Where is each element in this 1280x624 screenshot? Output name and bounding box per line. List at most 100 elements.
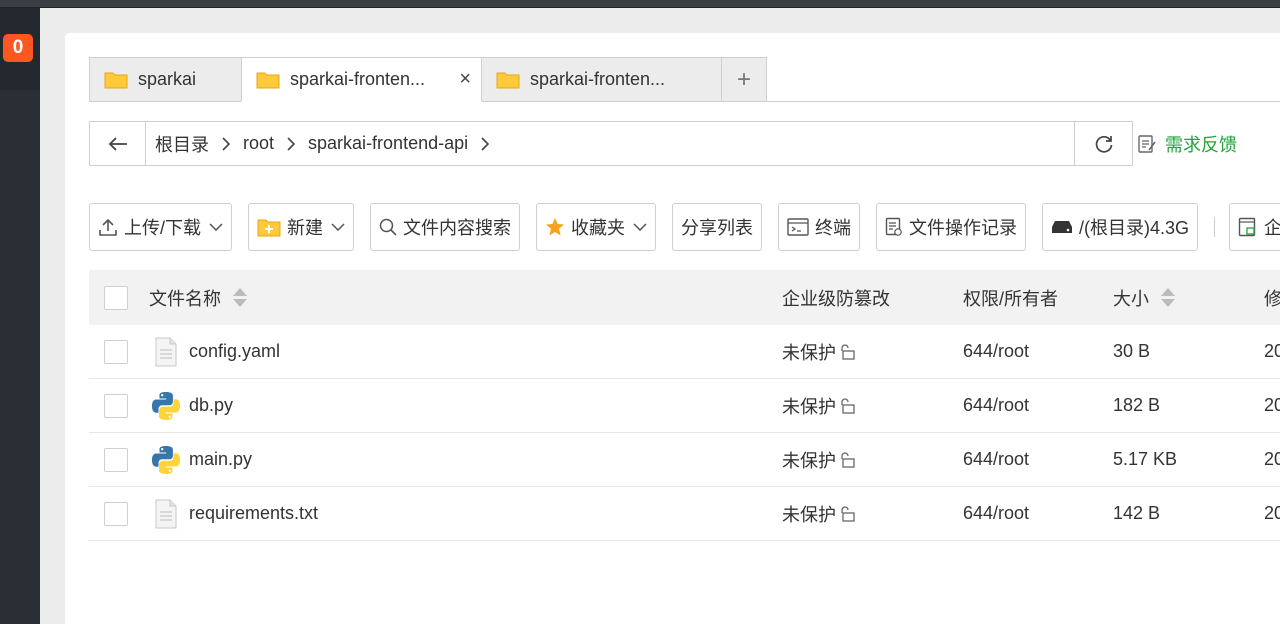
disk-label: /(根目录)4.3G <box>1079 218 1190 238</box>
file-size: 5.17 KB <box>1113 449 1178 469</box>
upload-icon <box>98 217 118 237</box>
file-name[interactable]: main.py <box>189 449 252 470</box>
folder-icon <box>256 71 280 89</box>
notification-badge[interactable]: 0 <box>3 34 33 62</box>
disk-icon <box>1051 220 1073 234</box>
breadcrumb-item-root[interactable]: root <box>234 133 283 154</box>
column-name-header[interactable]: 文件名称 <box>149 270 247 325</box>
tab-label: sparkai-fronten... <box>290 69 426 89</box>
favorites-label: 收藏夹 <box>571 218 626 238</box>
enterprise-button[interactable]: 企 <box>1229 203 1280 251</box>
new-label: 新建 <box>287 218 324 238</box>
log-icon <box>885 217 903 237</box>
modified-time: 20 <box>1264 503 1280 523</box>
file-size: 30 B <box>1113 341 1151 361</box>
tab-sparkai-frontend-api[interactable]: sparkai-fronten... × <box>241 57 482 102</box>
tamper-status[interactable]: 未保护 <box>782 339 836 365</box>
file-name[interactable]: db.py <box>189 395 233 416</box>
content-search-button[interactable]: 文件内容搜索 <box>370 203 521 251</box>
arrow-left-icon <box>108 136 127 151</box>
column-size-header[interactable]: 大小 <box>1113 270 1175 325</box>
file-name[interactable]: config.yaml <box>189 341 280 362</box>
select-all-checkbox[interactable] <box>104 285 128 310</box>
path-bar: 根目录 root sparkai-frontend-api <box>89 121 1133 166</box>
chevron-down-icon <box>331 223 345 231</box>
enterprise-icon <box>1238 217 1258 237</box>
tamper-status[interactable]: 未保护 <box>782 501 836 527</box>
folder-icon <box>104 71 128 89</box>
share-list-button[interactable]: 分享列表 <box>672 203 763 251</box>
column-tamper-label: 企业级防篡改 <box>782 288 890 309</box>
file-size: 182 B <box>1113 395 1161 415</box>
new-folder-icon <box>257 217 281 237</box>
column-perm-label: 权限/所有者 <box>963 288 1059 309</box>
close-icon[interactable]: × <box>459 68 471 91</box>
chevron-down-icon <box>209 223 223 231</box>
edit-note-icon <box>1138 135 1156 153</box>
operation-log-button[interactable]: 文件操作记录 <box>876 203 1027 251</box>
row-checkbox[interactable] <box>104 393 128 418</box>
feedback-label: 需求反馈 <box>1165 135 1237 155</box>
feedback-link[interactable]: 需求反馈 <box>1137 131 1237 157</box>
sort-icon[interactable] <box>1161 288 1175 307</box>
tab-sparkai[interactable]: sparkai <box>89 57 242 102</box>
column-name-label: 文件名称 <box>149 288 221 309</box>
table-row[interactable]: requirements.txt 未保护 644/root 142 B 20 <box>89 487 1280 541</box>
column-modified-header[interactable]: 修 <box>1264 270 1280 325</box>
chevron-down-icon <box>633 223 647 231</box>
permission-owner[interactable]: 644/root <box>963 449 1029 470</box>
tab-sparkai-frontend-2[interactable]: sparkai-fronten... <box>481 57 722 102</box>
permission-owner[interactable]: 644/root <box>963 341 1029 362</box>
chevron-right-icon <box>283 136 299 152</box>
permission-owner[interactable]: 644/root <box>963 395 1029 416</box>
text-file-icon <box>149 497 183 531</box>
python-icon <box>149 389 183 423</box>
unlock-icon[interactable] <box>838 397 856 420</box>
permission-owner[interactable]: 644/root <box>963 503 1029 524</box>
row-checkbox[interactable] <box>104 339 128 364</box>
unlock-icon[interactable] <box>838 343 856 366</box>
enterprise-label: 企 <box>1264 218 1280 238</box>
breadcrumb: 根目录 root sparkai-frontend-api <box>146 122 1074 165</box>
sort-icon[interactable] <box>233 288 247 307</box>
toolbar-divider <box>1214 217 1216 237</box>
favorites-button[interactable]: 收藏夹 <box>536 203 657 251</box>
terminal-icon <box>787 218 809 236</box>
new-button[interactable]: 新建 <box>248 203 355 251</box>
tab-label: sparkai-fronten... <box>530 69 666 89</box>
row-checkbox[interactable] <box>104 501 128 526</box>
column-tamper-header: 企业级防篡改 <box>782 270 890 325</box>
upload-download-button[interactable]: 上传/下载 <box>89 203 233 251</box>
breadcrumb-item-root-dir[interactable]: 根目录 <box>146 131 218 157</box>
unlock-icon[interactable] <box>838 451 856 474</box>
folder-icon <box>496 71 520 89</box>
toolbar: 上传/下载 新建 文件内容搜索 收藏夹 分享列表 终端 文件操作记录 /(根目录… <box>89 203 1280 251</box>
file-name[interactable]: requirements.txt <box>189 503 318 524</box>
tamper-status[interactable]: 未保护 <box>782 447 836 473</box>
row-checkbox[interactable] <box>104 447 128 472</box>
tab-bar: sparkai sparkai-fronten... × sparkai-fro… <box>89 57 767 102</box>
top-strip <box>0 0 1280 8</box>
search-icon <box>379 218 397 236</box>
file-size: 142 B <box>1113 503 1161 523</box>
add-tab-button[interactable]: + <box>721 57 767 102</box>
tab-label: sparkai <box>138 69 197 89</box>
table-row[interactable]: main.py 未保护 644/root 5.17 KB 20 <box>89 433 1280 487</box>
breadcrumb-item-project[interactable]: sparkai-frontend-api <box>299 133 477 154</box>
left-sidebar: 0 <box>0 8 40 624</box>
terminal-button[interactable]: 终端 <box>778 203 861 251</box>
table-row[interactable]: config.yaml 未保护 644/root 30 B 20 <box>89 325 1280 379</box>
table-row[interactable]: db.py 未保护 644/root 182 B 20 <box>89 379 1280 433</box>
unlock-icon[interactable] <box>838 505 856 528</box>
refresh-button[interactable] <box>1074 122 1132 165</box>
column-modified-label: 修 <box>1264 288 1280 309</box>
upload-download-label: 上传/下载 <box>124 218 202 238</box>
modified-time: 20 <box>1264 341 1280 361</box>
tamper-status[interactable]: 未保护 <box>782 393 836 419</box>
operation-log-label: 文件操作记录 <box>909 218 1018 238</box>
disk-button[interactable]: /(根目录)4.3G <box>1042 203 1199 251</box>
back-button[interactable] <box>90 122 146 165</box>
file-manager-panel: sparkai sparkai-fronten... × sparkai-fro… <box>65 33 1280 624</box>
share-list-label: 分享列表 <box>681 218 754 238</box>
modified-time: 20 <box>1264 449 1280 469</box>
